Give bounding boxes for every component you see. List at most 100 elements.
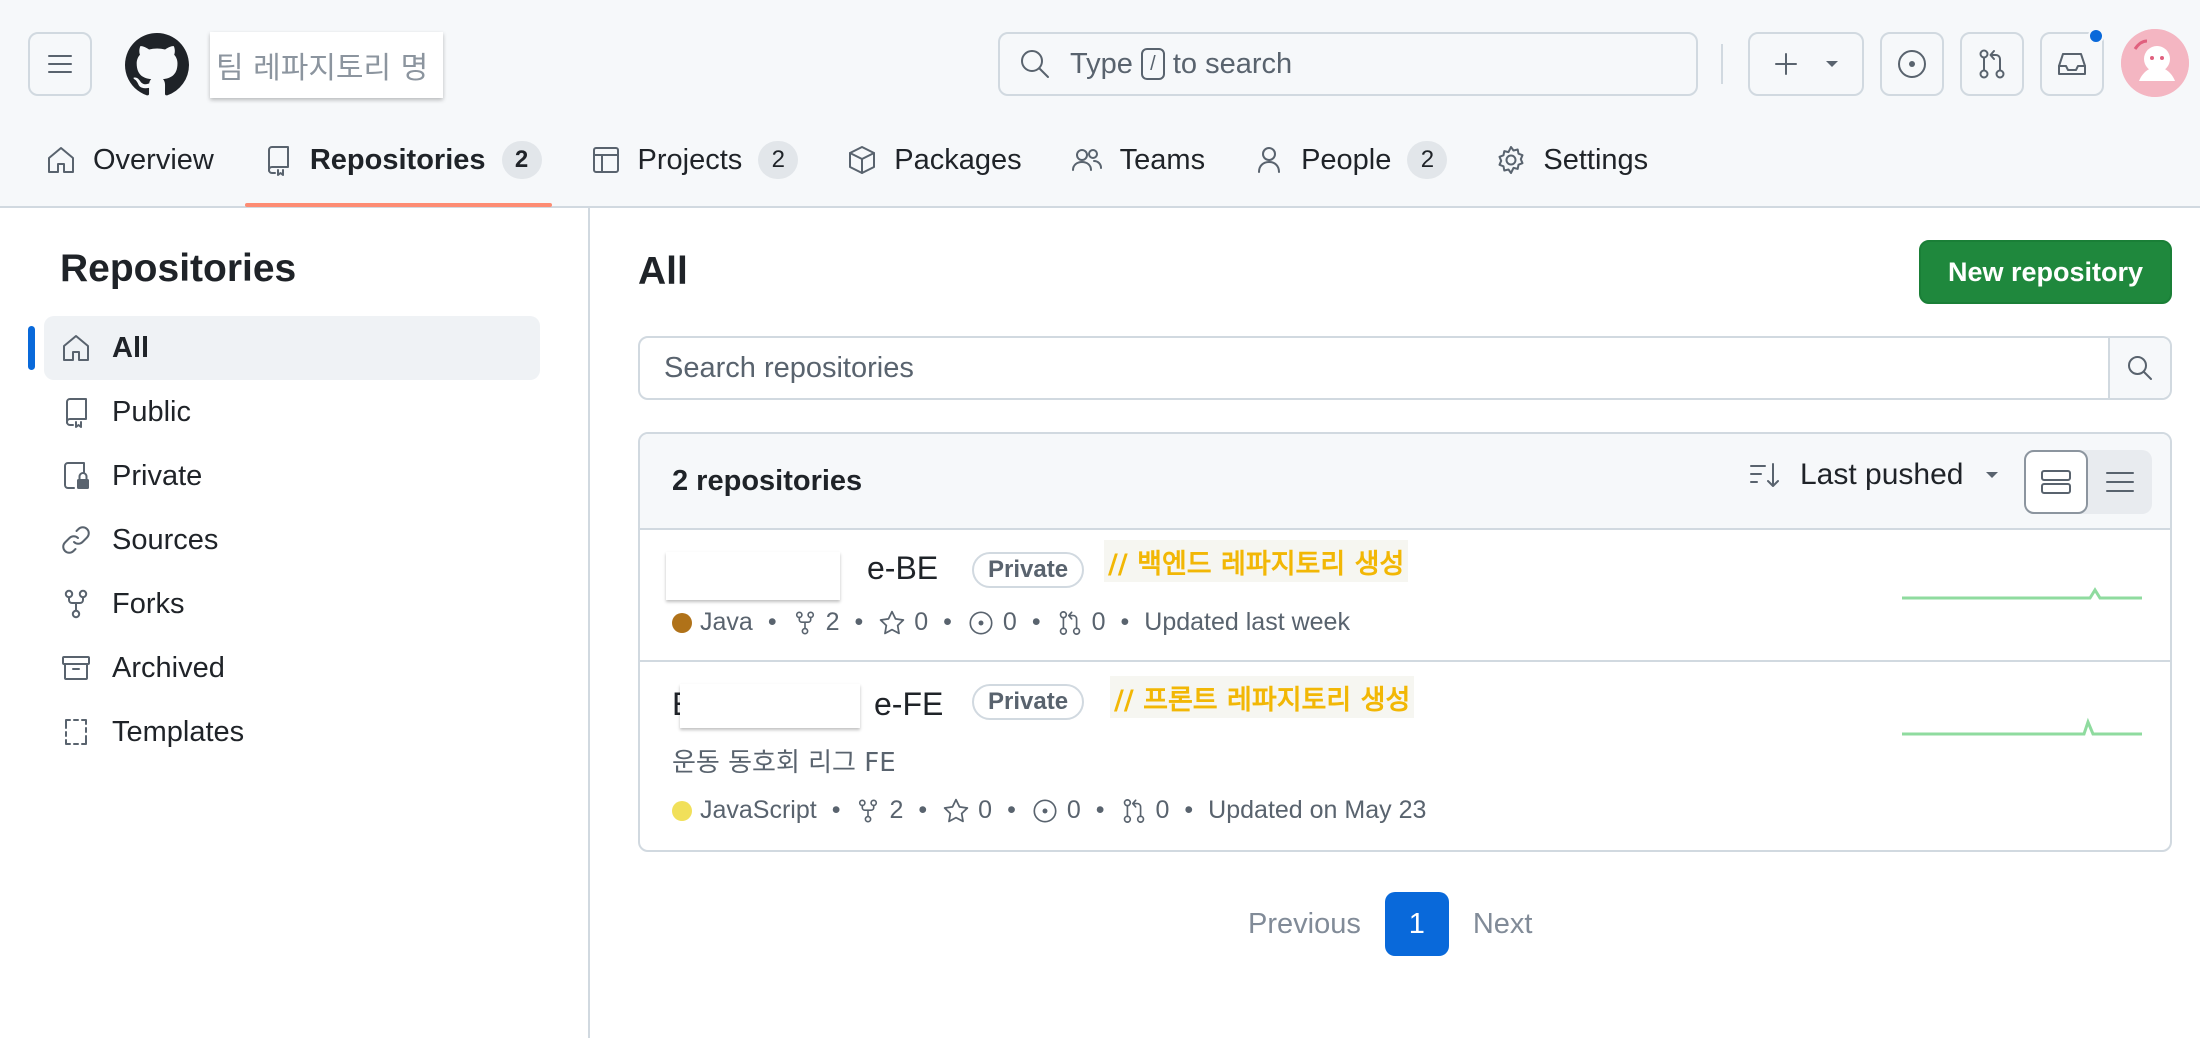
global-search-input[interactable]: Type / to search [998,32,1698,96]
activity-sparkline [1902,587,2142,600]
template-icon [65,719,87,745]
sidebar-item-label: All [112,331,150,364]
inbox-icon [2058,53,2086,75]
package-icon [849,146,876,174]
fork-icon [64,589,88,619]
page-1-button[interactable]: 1 [1384,892,1449,956]
pull-request-icon [1123,798,1144,823]
sidebar-item-templates[interactable]: Templates [44,700,540,764]
tab-projects[interactable]: Projects 2 [575,130,814,190]
repository-list: 2 repositories Last pushed e-BE Private … [638,432,2172,852]
sidebar-item-private[interactable]: Private [44,444,540,508]
org-tabs: Overview Repositories 2 Projects 2 Packa… [30,130,1681,190]
card-view-button[interactable] [2024,450,2088,514]
tab-packages[interactable]: Packages [831,130,1036,190]
language-label: Java [700,608,753,636]
create-new-button[interactable] [1748,32,1864,96]
pull-request-icon [1979,49,2005,79]
annotation-note: // 프론트 레파지토리 생성 [1110,676,1415,718]
tab-label: People [1301,143,1392,176]
tab-settings[interactable]: Settings [1480,130,1663,190]
user-avatar[interactable] [2121,29,2189,97]
next-page-button[interactable]: Next [1473,908,1533,941]
tab-teams[interactable]: Teams [1055,130,1220,190]
tab-label: Overview [93,143,214,176]
sidebar-item-label: Archived [112,651,225,684]
issue-icon [969,610,993,635]
sidebar-item-label: Public [112,395,191,428]
sidebar-item-label: Forks [112,587,185,620]
list-view-button[interactable] [2088,450,2152,514]
repository-meta: JavaScript • 2 • 0 • 0 • 0 • Updated on … [672,796,1426,825]
tab-counter: 2 [1407,141,1448,179]
sidebar-item-sources[interactable]: Sources [44,508,540,572]
menu-button[interactable] [28,32,92,96]
pull-request-count[interactable]: 0 [1092,608,1106,637]
search-shortcut-key: / [1140,48,1165,80]
issues-button[interactable] [1880,32,1944,96]
sort-label: Last pushed [1800,458,1964,491]
annotation-note: // 백엔드 레파지토리 생성 [1104,540,1409,582]
sidebar-item-archived[interactable]: Archived [44,636,540,700]
tab-overview[interactable]: Overview [30,130,229,190]
sort-dropdown[interactable]: Last pushed [1748,458,2001,492]
tab-people[interactable]: People 2 [1238,130,1462,190]
org-name[interactable]: 팀 레파지토리 명 [210,32,443,98]
tab-counter: 2 [758,141,799,179]
updated-time: Updated last week [1144,608,1350,636]
repo-icon [267,146,289,176]
issue-count[interactable]: 0 [1003,608,1017,637]
redacted-name [680,684,860,728]
avatar-image [2121,29,2189,97]
repository-row: E e-FE Private // 프론트 레파지토리 생성 운동 동호회 리그… [640,662,2170,850]
hamburger-icon [48,55,72,73]
tab-label: Repositories [309,143,486,176]
tab-label: Teams [1119,143,1206,176]
repository-meta: Java • 2 • 0 • 0 • 0 • Updated last week [672,608,1350,637]
sort-icon [1750,463,1779,487]
search-suffix: to search [1172,47,1293,80]
card-view-icon [2041,470,2071,494]
language-label: JavaScript [700,796,817,824]
fork-count[interactable]: 2 [826,608,840,637]
repo-search-button[interactable] [2108,338,2170,398]
repository-name-tail[interactable]: e-FE [874,686,943,723]
sidebar-title: Repositories [60,247,297,290]
caret-down-icon [1826,61,1838,67]
issue-icon [1033,798,1057,823]
visibility-badge: Private [972,684,1085,720]
language-color-dot [672,800,692,821]
star-count[interactable]: 0 [978,796,992,825]
sidebar-item-forks[interactable]: Forks [44,572,540,636]
pull-requests-button[interactable] [1960,32,2024,96]
repo-search-input[interactable]: Search repositories [640,352,2108,385]
activity-sparkline [1902,717,2142,736]
fork-count[interactable]: 2 [889,796,903,825]
pull-request-count[interactable]: 0 [1156,796,1170,825]
search-icon [1021,50,1049,78]
repository-name-tail[interactable]: e-BE [867,550,938,587]
github-logo[interactable] [125,33,189,97]
previous-page-button[interactable]: Previous [1248,908,1361,941]
fork-icon [795,610,814,635]
search-prefix: Type [1070,47,1133,80]
sidebar-item-public[interactable]: Public [44,380,540,444]
fork-icon [859,798,878,823]
people-icon [1071,149,1102,171]
visibility-badge: Private [972,552,1085,588]
sidebar-item-label: Sources [112,523,219,556]
repository-description: 운동 동호회 리그 FE [672,748,896,778]
star-count[interactable]: 0 [914,608,928,637]
star-icon [880,610,905,634]
list-view-icon [2106,472,2134,492]
repository-list-header: 2 repositories Last pushed [640,434,2170,530]
search-icon [2128,356,2152,380]
sidebar-item-all[interactable]: All [28,316,540,380]
pagination: Previous 1 Next [1248,892,1532,956]
issue-count[interactable]: 0 [1067,796,1081,825]
tab-repositories[interactable]: Repositories 2 [247,130,557,190]
new-repository-button[interactable]: New repository [1919,240,2172,304]
repo-search-field: Search repositories [638,336,2172,400]
table-icon [592,147,619,173]
sidebar-divider [588,208,590,1038]
